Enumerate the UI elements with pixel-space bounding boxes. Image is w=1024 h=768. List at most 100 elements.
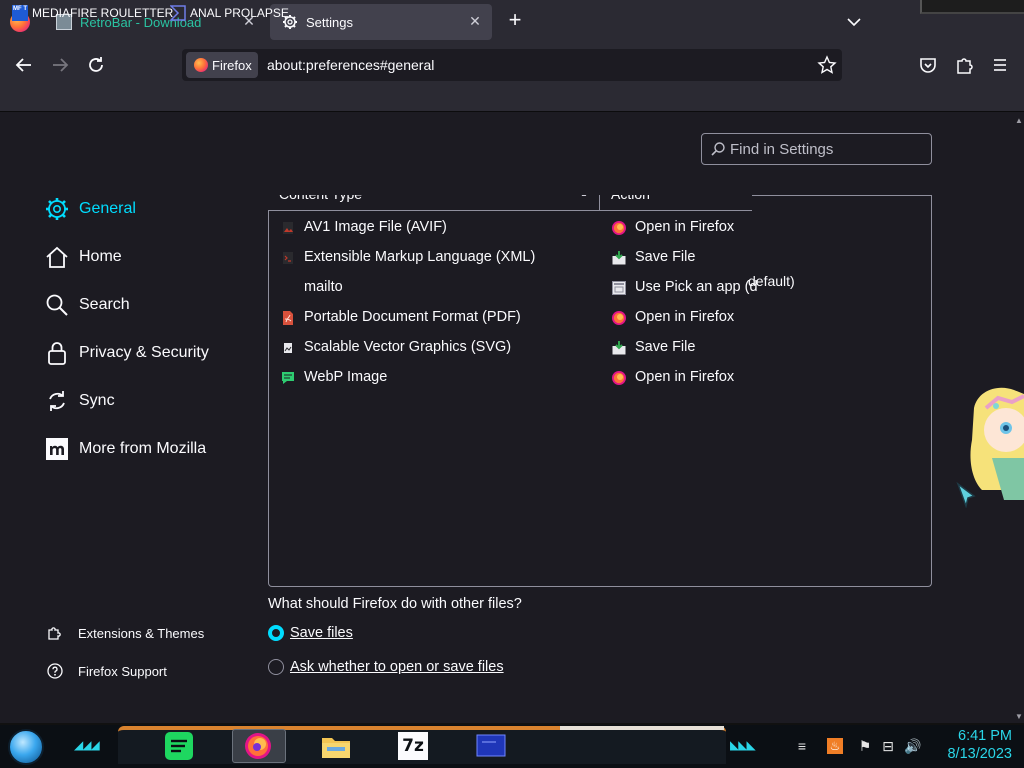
start-button-icon[interactable] bbox=[8, 729, 44, 765]
taskbar-clock[interactable]: 6:41 PM 8/13/2023 bbox=[930, 727, 1012, 763]
identity-label: Firefox bbox=[212, 57, 252, 73]
save-file-icon bbox=[612, 341, 626, 355]
clock-date: 8/13/2023 bbox=[947, 746, 1012, 762]
taskbar-decoration: ◢◢◢ bbox=[74, 738, 100, 752]
7zip-icon[interactable]: 7z bbox=[398, 732, 428, 760]
desktop-character-sticker bbox=[956, 387, 1024, 508]
handler-row[interactable]: Scalable Vector Graphics (SVG) Save File bbox=[268, 333, 932, 363]
back-arrow-icon[interactable] bbox=[12, 53, 36, 77]
webp-icon bbox=[282, 372, 294, 384]
new-tab-button[interactable]: + bbox=[504, 9, 526, 32]
category-sync[interactable]: Sync bbox=[44, 387, 115, 415]
action-label: Open in Firefox bbox=[635, 219, 735, 235]
find-in-settings-field[interactable] bbox=[701, 133, 932, 165]
category-more-from-mozilla[interactable]: More from Mozilla bbox=[44, 435, 206, 463]
puzzle-icon bbox=[48, 627, 61, 640]
close-tab-icon[interactable]: ✕ bbox=[468, 14, 482, 28]
hamburger-menu-icon[interactable] bbox=[988, 53, 1012, 77]
firefox-icon bbox=[612, 221, 626, 235]
pdf-icon bbox=[283, 311, 293, 325]
network-icon[interactable]: ⊟ bbox=[880, 738, 896, 754]
ask-open-save-radio[interactable]: Ask whether to open or save files bbox=[268, 659, 504, 675]
firefox-support-link[interactable]: Firefox Support bbox=[46, 661, 167, 681]
reload-icon[interactable] bbox=[84, 53, 108, 77]
action-label: Save File bbox=[635, 249, 696, 265]
url-text[interactable]: about:preferences#general bbox=[267, 57, 434, 73]
bookmark-label: MEDIAFIRE ROULETTER bbox=[32, 6, 174, 20]
sync-icon bbox=[49, 391, 65, 411]
xml-icon bbox=[283, 252, 293, 264]
save-file-icon bbox=[612, 251, 626, 265]
mediafire-icon: MF T bbox=[12, 5, 28, 21]
window-frame-corner bbox=[920, 0, 1024, 14]
tray-stack-icon[interactable]: ≡ bbox=[794, 738, 810, 754]
category-label: Home bbox=[79, 248, 122, 265]
taskbar-frame-highlight bbox=[560, 726, 724, 730]
category-privacy-security[interactable]: Privacy & Security bbox=[44, 339, 209, 367]
other-files-question: What should Firefox do with other files? bbox=[268, 596, 522, 612]
action-label: Save File bbox=[635, 339, 696, 355]
identity-box[interactable]: Firefox bbox=[186, 52, 258, 78]
taskbar-decoration: ◣◣◣ bbox=[730, 738, 756, 752]
handler-row[interactable]: AV1 Image File (AVIF) Open in Firefox bbox=[268, 213, 932, 243]
category-home[interactable]: Home bbox=[44, 243, 122, 271]
radio-label: Ask whether to open or save files bbox=[290, 659, 504, 675]
category-search[interactable]: Search bbox=[44, 291, 130, 319]
save-files-radio[interactable]: Save files bbox=[268, 625, 353, 641]
firefox-icon[interactable] bbox=[243, 732, 273, 760]
forward-arrow-icon[interactable] bbox=[48, 53, 72, 77]
radio-checked-icon[interactable] bbox=[268, 625, 284, 641]
search-icon bbox=[46, 294, 68, 316]
screen-icon[interactable] bbox=[476, 732, 506, 760]
bookmark-folder-icon bbox=[170, 5, 186, 21]
radio-unchecked-icon[interactable] bbox=[268, 659, 284, 675]
extensions-puzzle-icon[interactable] bbox=[952, 53, 976, 77]
tray-app-icon[interactable]: ♨ bbox=[827, 738, 843, 754]
tab-title: Settings bbox=[306, 14, 353, 30]
bookmark-label: ANAL PROLAPSE bbox=[190, 6, 289, 20]
pocket-icon[interactable] bbox=[916, 53, 940, 77]
bookmark-anal-prolapse[interactable]: ANAL PROLAPSE bbox=[170, 5, 289, 21]
gear-icon bbox=[46, 198, 68, 220]
find-in-settings-input[interactable] bbox=[730, 139, 926, 159]
bookmark-mediafire[interactable]: MF T MEDIAFIRE ROULETTER bbox=[12, 5, 173, 21]
action-label: Use Pick an app (d bbox=[635, 279, 758, 295]
clock-time: 6:41 PM bbox=[958, 728, 1012, 744]
category-general[interactable]: General bbox=[44, 195, 136, 223]
svg-icon bbox=[284, 343, 292, 353]
handler-row[interactable]: Portable Document Format (PDF) Open in F… bbox=[268, 303, 932, 333]
file-explorer-icon[interactable] bbox=[321, 732, 351, 760]
action-dropdown-overflow-text: default) bbox=[748, 273, 795, 289]
firefox-icon bbox=[612, 371, 626, 385]
home-icon bbox=[46, 246, 68, 268]
flag-icon[interactable]: ⚑ bbox=[857, 738, 873, 754]
content-type-label: Extensible Markup Language (XML) bbox=[304, 249, 536, 265]
content-type-label: Portable Document Format (PDF) bbox=[304, 309, 521, 325]
radio-label: Save files bbox=[290, 625, 353, 641]
scroll-down-arrow-icon[interactable]: ▼ bbox=[1014, 712, 1024, 721]
category-label: Sync bbox=[79, 392, 115, 409]
category-label: General bbox=[79, 200, 136, 217]
category-label: Privacy & Security bbox=[79, 344, 209, 361]
list-all-tabs-icon[interactable] bbox=[844, 12, 864, 32]
tab-settings[interactable]: Settings ✕ bbox=[270, 4, 492, 40]
category-label: Search bbox=[79, 296, 130, 313]
search-icon bbox=[711, 142, 725, 156]
scrolled-header-mask bbox=[268, 182, 932, 195]
handler-row[interactable]: Extensible Markup Language (XML) Save Fi… bbox=[268, 243, 932, 273]
handler-row[interactable]: WebP Image Open in Firefox bbox=[268, 363, 932, 393]
content-type-label: WebP Image bbox=[304, 369, 388, 385]
content-type-label: mailto bbox=[304, 279, 343, 295]
firefox-icon bbox=[194, 58, 208, 72]
handler-row[interactable]: mailto Use Pick an app (d bbox=[268, 273, 932, 303]
scroll-up-arrow-icon[interactable]: ▲ bbox=[1014, 116, 1024, 125]
star-bookmark-icon[interactable] bbox=[817, 55, 837, 75]
volume-icon[interactable]: 🔊 bbox=[904, 738, 921, 754]
firefox-icon bbox=[612, 311, 626, 325]
app-icon bbox=[612, 281, 626, 295]
extensions-themes-link[interactable]: Extensions & Themes bbox=[46, 623, 204, 643]
spotify-icon[interactable] bbox=[164, 732, 194, 760]
table-border bbox=[752, 195, 932, 204]
action-label: Open in Firefox bbox=[635, 369, 735, 385]
help-icon bbox=[47, 663, 63, 679]
